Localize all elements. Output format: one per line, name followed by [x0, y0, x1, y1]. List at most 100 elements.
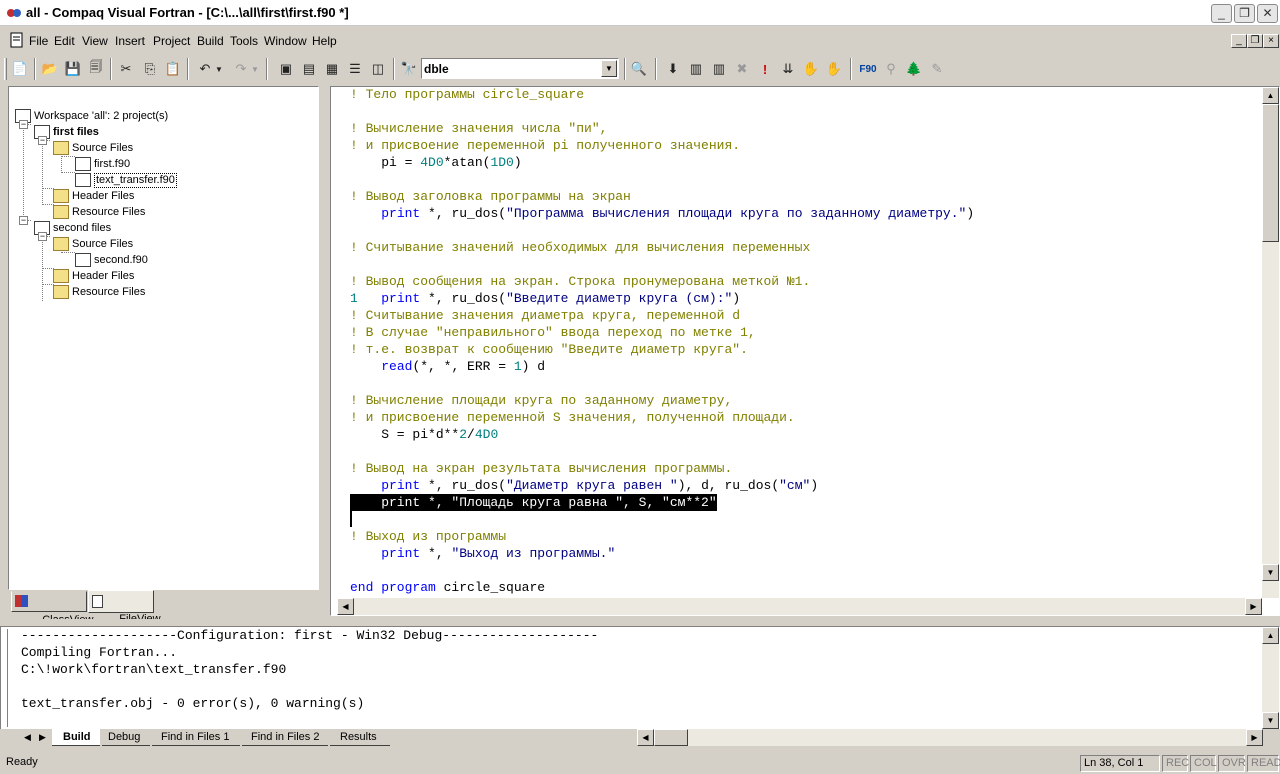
editor-vertical-scrollbar[interactable]: ▲ ▼	[1262, 87, 1279, 598]
folder-resource-files[interactable]: Resource Files	[53, 204, 145, 220]
split-vertical-icon[interactable]: ◫	[367, 58, 389, 80]
window-list-icon[interactable]: ▦	[321, 58, 343, 80]
tree-icon[interactable]: 🌲	[903, 58, 925, 80]
tab-scroll-left-icon[interactable]: ◀	[24, 729, 31, 746]
rebuild-icon[interactable]: ▥	[708, 58, 730, 80]
menu-view[interactable]: View	[82, 34, 108, 48]
collapse-icon[interactable]: −	[19, 216, 28, 225]
tab-fileview[interactable]: FileView	[88, 590, 161, 625]
tab-debug[interactable]: Debug	[102, 729, 150, 746]
tab-classview[interactable]: ClassView	[11, 591, 93, 626]
output-vertical-scrollbar[interactable]: ▲ ▼	[1262, 627, 1279, 729]
selected-code-line: print *, "Площадь круга равна ", S, "см*…	[350, 494, 717, 511]
scroll-thumb[interactable]	[654, 729, 688, 746]
tab-find-in-files-2[interactable]: Find in Files 2	[242, 729, 328, 746]
save-all-icon[interactable]: 🗐	[85, 58, 107, 80]
scroll-down-icon[interactable]: ▼	[1262, 564, 1279, 581]
remove-breakpoints-icon[interactable]: ✋	[823, 58, 845, 80]
file-item[interactable]: first.f90	[75, 156, 130, 172]
restore-button[interactable]: ❐	[1234, 4, 1255, 23]
scroll-down-icon[interactable]: ▼	[1262, 712, 1279, 729]
folder-resource-files[interactable]: Resource Files	[53, 284, 145, 300]
f90-icon[interactable]: F90	[857, 58, 879, 80]
build-icon[interactable]: ▥	[685, 58, 707, 80]
find-input[interactable]	[424, 61, 598, 76]
tab-build[interactable]: Build	[52, 729, 100, 746]
compile-icon[interactable]: ⬇	[662, 58, 684, 80]
folder-header-files[interactable]: Header Files	[53, 188, 134, 204]
folder-header-files[interactable]: Header Files	[53, 268, 134, 284]
scroll-left-icon[interactable]: ◀	[637, 729, 654, 746]
close-button[interactable]: ✕	[1257, 4, 1278, 23]
collapse-icon[interactable]: −	[38, 232, 47, 241]
mdi-restore-button[interactable]: ❐	[1247, 34, 1263, 48]
folder-source-files[interactable]: Source Files	[53, 140, 133, 156]
editor-horizontal-scrollbar[interactable]: ◀ ▶	[337, 598, 1262, 615]
redo-dropdown-icon[interactable]: ▼	[250, 58, 260, 80]
scroll-right-icon[interactable]: ▶	[1246, 729, 1263, 746]
horizontal-splitter[interactable]	[0, 619, 1280, 624]
workspace-tabs: ClassView FileView	[8, 590, 319, 626]
split-horizontal-icon[interactable]: ☰	[344, 58, 366, 80]
mdi-minimize-button[interactable]: _	[1231, 34, 1247, 48]
paste-icon[interactable]: 📋	[162, 58, 184, 80]
cut-icon[interactable]: ✂	[115, 58, 137, 80]
read-indicator: READ	[1247, 755, 1280, 772]
find-combo[interactable]: ▼	[421, 58, 619, 79]
arrays-icon[interactable]: ⚲	[880, 58, 902, 80]
find-icon[interactable]: 🔍	[628, 58, 650, 80]
menu-insert[interactable]: Insert	[115, 34, 145, 48]
code-line: print *, ru_dos("Диаметр круга равен "),…	[381, 478, 819, 493]
scroll-thumb[interactable]	[1262, 104, 1279, 242]
menu-project[interactable]: Project	[153, 34, 190, 48]
undo-dropdown-icon[interactable]: ▼	[214, 58, 224, 80]
menu-build[interactable]: Build	[197, 34, 224, 48]
save-icon[interactable]: 💾	[62, 58, 84, 80]
copy-icon[interactable]: ⎘	[139, 58, 161, 80]
code-line: 1 print *, ru_dos("Введите диаметр круга…	[350, 291, 741, 306]
tab-results[interactable]: Results	[330, 729, 390, 746]
stop-build-icon[interactable]: ✖	[731, 58, 753, 80]
file-item-selected[interactable]: text_transfer.f90	[75, 172, 177, 188]
breakpoint-hand-icon[interactable]: ✋	[800, 58, 822, 80]
col-indicator: COL	[1190, 755, 1217, 772]
chevron-down-icon[interactable]: ▼	[601, 60, 617, 77]
menu-window[interactable]: Window	[264, 34, 307, 48]
folder-label: Resource Files	[72, 206, 146, 218]
open-icon[interactable]: 📂	[39, 58, 61, 80]
pen-icon[interactable]: ✎	[926, 58, 948, 80]
output-grip[interactable]	[4, 629, 8, 727]
output-horizontal-scrollbar[interactable]: ◀ ▶	[637, 729, 1263, 746]
scroll-up-icon[interactable]: ▲	[1262, 87, 1279, 104]
mdi-close-button[interactable]: ×	[1263, 34, 1279, 48]
scroll-left-icon[interactable]: ◀	[337, 598, 354, 615]
output-window-icon[interactable]: ▤	[298, 58, 320, 80]
collapse-icon[interactable]: −	[38, 136, 47, 145]
collapse-icon[interactable]: −	[19, 120, 28, 129]
tab-find-in-files-1[interactable]: Find in Files 1	[152, 729, 240, 746]
menu-file[interactable]: File	[29, 34, 48, 48]
redo-icon[interactable]: ↷	[230, 58, 252, 80]
go-icon[interactable]: ⇊	[777, 58, 799, 80]
vertical-splitter[interactable]	[322, 86, 327, 616]
execute-icon[interactable]: !	[754, 58, 776, 80]
new-text-file-icon[interactable]: 📄	[9, 58, 31, 80]
output-line: Compiling Fortran...	[21, 645, 178, 660]
folder-icon	[53, 189, 69, 203]
menu-edit[interactable]: Edit	[54, 34, 75, 48]
code-line: ! Выход из программы	[350, 529, 507, 544]
undo-icon[interactable]: ↶	[194, 58, 216, 80]
document-icon[interactable]	[9, 32, 25, 48]
menu-help[interactable]: Help	[312, 34, 337, 48]
menu-tools[interactable]: Tools	[230, 34, 258, 48]
workspace-window-icon[interactable]: ▣	[275, 58, 297, 80]
workspace-root[interactable]: Workspace 'all': 2 project(s)	[15, 108, 168, 124]
minimize-button[interactable]: _	[1211, 4, 1232, 23]
scroll-up-icon[interactable]: ▲	[1262, 627, 1279, 644]
file-item[interactable]: second.f90	[75, 252, 148, 268]
find-in-files-icon[interactable]: 🔭	[398, 58, 420, 80]
folder-source-files[interactable]: Source Files	[53, 236, 133, 252]
toolbar-grip[interactable]	[4, 58, 7, 80]
scroll-right-icon[interactable]: ▶	[1245, 598, 1262, 615]
tab-scroll-right-icon[interactable]: ▶	[39, 729, 46, 746]
